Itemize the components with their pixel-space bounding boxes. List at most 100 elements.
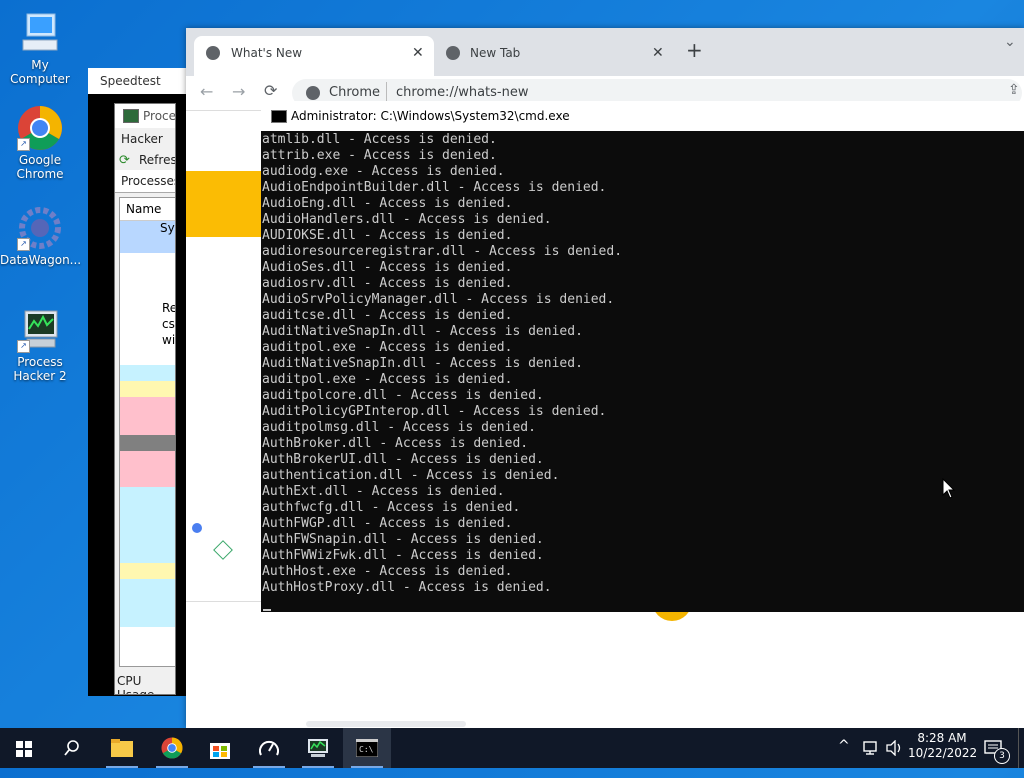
search-button[interactable] <box>48 728 96 768</box>
process-name: wi <box>162 333 176 347</box>
table-row[interactable]: Re <box>120 301 175 317</box>
table-row[interactable] <box>120 269 175 285</box>
speedometer-icon <box>259 740 279 756</box>
window-title: Speedtest <box>88 68 188 94</box>
status-bar: CPU Usage <box>117 674 155 695</box>
console-line: AuditPolicyGPInterop.dll - Access is den… <box>262 404 607 419</box>
taskbar-speedtest[interactable] <box>245 728 293 768</box>
notification-center-button[interactable]: 3 <box>982 728 1010 768</box>
shortcut-arrow-icon: ↗ <box>17 340 30 353</box>
console-line: AuthBroker.dll - Access is denied. <box>262 436 529 451</box>
store-icon <box>210 743 230 759</box>
refresh-button[interactable]: Refresh <box>139 153 175 167</box>
console-output[interactable]: atmlib.dll - Access is denied. attrib.exe… <box>262 132 1024 612</box>
menu-hacker[interactable]: Hacker <box>121 132 163 146</box>
network-icon[interactable] <box>862 740 880 756</box>
process-hacker-window[interactable]: Proce Hacker ⟳ Refresh Processes Name Sy… <box>114 103 176 695</box>
process-list[interactable]: Name Sy Re cs wi <box>119 197 176 667</box>
console-line: AuthHostProxy.dll - Access is denied. <box>262 580 552 595</box>
table-row[interactable]: Sy <box>120 221 175 237</box>
table-row[interactable] <box>120 381 175 397</box>
search-icon <box>64 740 79 756</box>
cmd-window[interactable]: Administrator: C:\Windows\System32\cmd.e… <box>261 101 1024 612</box>
tab-new-tab[interactable]: New Tab ✕ <box>440 36 670 76</box>
console-line: authentication.dll - Access is denied. <box>262 468 560 483</box>
new-tab-plus-icon[interactable]: + <box>686 38 703 62</box>
window-title: Administrator: C:\Windows\System32\cmd.e… <box>291 109 570 123</box>
table-row[interactable] <box>120 563 175 579</box>
chevron-down-icon[interactable]: ⌄ <box>1004 34 1016 50</box>
shortcut-arrow-icon: ↗ <box>17 238 30 251</box>
table-row[interactable] <box>120 451 175 487</box>
url-text: chrome://whats-new <box>396 85 529 100</box>
console-line: AuthExt.dll - Access is denied. <box>262 484 505 499</box>
back-arrow-icon[interactable]: ← <box>200 82 213 101</box>
tab-whats-new[interactable]: What's New ✕ <box>194 36 434 76</box>
text-cursor <box>263 609 271 611</box>
tab-processes[interactable]: Processes <box>121 174 175 188</box>
windows-logo-icon <box>16 741 32 757</box>
column-header[interactable]: Name <box>120 198 175 221</box>
table-row[interactable] <box>120 285 175 301</box>
table-row[interactable] <box>120 349 175 365</box>
console-line: auditcse.dll - Access is denied. <box>262 308 513 323</box>
console-line: AUDIOKSE.dll - Access is denied. <box>262 228 513 243</box>
console-line: atmlib.dll - Access is denied. <box>262 132 497 147</box>
yellow-banner <box>186 171 266 237</box>
console-line: AuthHost.exe - Access is denied. <box>262 564 513 579</box>
table-row[interactable] <box>120 397 175 435</box>
table-row[interactable] <box>120 365 175 381</box>
console-line: audioresourceregistrar.dll - Access is d… <box>262 244 623 259</box>
console-line: AuditNativeSnapIn.dll - Access is denied… <box>262 324 583 339</box>
console-line: AudioEndpointBuilder.dll - Access is den… <box>262 180 607 195</box>
refresh-icon: ⟳ <box>119 153 130 168</box>
desktop-icon-label: DataWagon... <box>0 253 82 267</box>
console-line: attrib.exe - Access is denied. <box>262 148 497 163</box>
taskbar-file-explorer[interactable] <box>98 728 146 768</box>
console-line: auditpol.exe - Access is denied. <box>262 340 513 355</box>
share-icon[interactable]: ⇪ <box>1008 82 1020 98</box>
clock[interactable]: 8:28 AM 10/22/2022 <box>908 728 978 768</box>
taskbar-store[interactable] <box>196 728 244 768</box>
cmd-icon <box>271 110 287 123</box>
desktop-icon-my-computer[interactable]: My Computer <box>0 10 80 86</box>
clock-date: 10/22/2022 <box>908 746 978 760</box>
show-desktop-button[interactable] <box>1018 728 1024 768</box>
desktop-icon-datawagon[interactable]: ↗ DataWagon... <box>0 205 82 267</box>
reload-icon[interactable]: ⟳ <box>264 81 277 100</box>
clock-time: 8:28 AM <box>917 731 967 745</box>
console-line: AuthFWGP.dll - Access is denied. <box>262 516 513 531</box>
mouse-pointer-icon <box>942 478 956 499</box>
close-tab-icon[interactable]: ✕ <box>652 36 664 70</box>
chrome-favicon-icon <box>446 46 460 60</box>
cmd-titlebar[interactable]: Administrator: C:\Windows\System32\cmd.e… <box>261 101 1024 131</box>
shortcut-arrow-icon: ↗ <box>17 138 30 151</box>
console-line: audiodg.exe - Access is denied. <box>262 164 505 179</box>
console-line: AudioEng.dll - Access is denied. <box>262 196 513 211</box>
console-line: auditpol.exe - Access is denied. <box>262 372 513 387</box>
table-row[interactable] <box>120 547 175 563</box>
taskbar: C:\ ^ 8:28 AM 10/22/2022 3 <box>0 728 1024 768</box>
console-line: authfwcfg.dll - Access is denied. <box>262 500 521 515</box>
table-row[interactable] <box>120 253 175 269</box>
console-line: AudioHandlers.dll - Access is denied. <box>262 212 552 227</box>
diamond-icon <box>213 540 233 560</box>
taskbar-chrome[interactable] <box>148 728 196 768</box>
chevron-up-icon[interactable]: ^ <box>838 738 850 778</box>
table-row[interactable] <box>120 237 175 253</box>
table-row[interactable]: cs <box>120 317 175 333</box>
forward-arrow-icon[interactable]: → <box>232 82 245 101</box>
console-line: AuthFWSnapin.dll - Access is denied. <box>262 532 544 547</box>
desktop-icon-google-chrome[interactable]: ↗ Google Chrome <box>0 105 80 181</box>
table-row[interactable]: wi <box>120 333 176 349</box>
table-row[interactable] <box>120 435 175 451</box>
table-row[interactable] <box>120 487 175 547</box>
desktop-icon-process-hacker[interactable]: ↗ Process Hacker 2 <box>0 307 80 383</box>
volume-icon[interactable] <box>886 740 904 756</box>
start-button[interactable] <box>0 728 48 768</box>
taskbar-cmd[interactable]: C:\ <box>343 728 391 768</box>
table-row[interactable] <box>120 579 175 627</box>
console-line: AudioSes.dll - Access is denied. <box>262 260 513 275</box>
close-tab-icon[interactable]: ✕ <box>412 36 424 70</box>
taskbar-process-hacker[interactable] <box>294 728 342 768</box>
